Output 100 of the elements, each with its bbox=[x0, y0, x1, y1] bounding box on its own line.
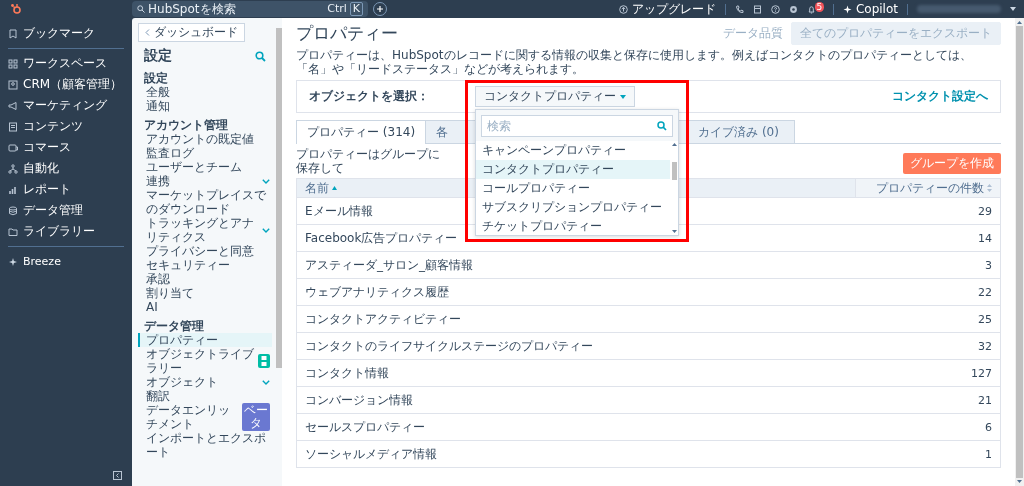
nav-item[interactable]: 自動化 bbox=[0, 158, 132, 179]
column-header[interactable]: プロパティーの件数 bbox=[855, 179, 1000, 197]
document-icon bbox=[8, 121, 18, 132]
chevron-down-icon bbox=[262, 178, 270, 184]
sidebar-item[interactable]: プロパティー bbox=[138, 333, 272, 347]
sidebar-item[interactable]: 割り当て bbox=[138, 286, 272, 300]
cart-icon bbox=[8, 142, 18, 153]
section-heading: データ管理 bbox=[143, 319, 205, 333]
chevron-down-icon bbox=[262, 227, 270, 233]
chevron-down-icon bbox=[262, 379, 270, 385]
table-cell-text: コンタクト情報 bbox=[304, 364, 390, 382]
scrollbar-thumb[interactable] bbox=[671, 162, 677, 180]
sidebar-item[interactable]: 連携 bbox=[138, 174, 272, 188]
arrow-up-icon bbox=[1017, 21, 1022, 24]
dropdown-option[interactable]: コールプロパティー bbox=[476, 179, 670, 198]
sidebar-item[interactable]: プライバシーと同意 bbox=[138, 244, 272, 258]
field-label: オブジェクトを選択： bbox=[309, 88, 429, 105]
section-heading: アカウント管理 bbox=[143, 118, 229, 132]
sidebar-item[interactable]: オブジェクトライブラリー bbox=[138, 347, 272, 375]
notification-count: 5 bbox=[814, 1, 824, 12]
bookmark-icon bbox=[8, 28, 18, 39]
table-cell-text: 127 bbox=[970, 365, 993, 382]
sidebar-item[interactable]: アカウントの既定値 bbox=[138, 132, 272, 146]
search-icon[interactable] bbox=[255, 50, 266, 62]
help-icon[interactable] bbox=[770, 4, 780, 14]
sidebar-item[interactable]: トラッキングとアナリティクス bbox=[138, 216, 272, 244]
sidebar-item[interactable]: オブジェクト bbox=[138, 375, 272, 389]
nav-item[interactable]: Breeze bbox=[0, 251, 132, 272]
table-cell-text: 32 bbox=[977, 338, 993, 355]
table-cell-text: コンタクトアクティビティー bbox=[304, 310, 462, 328]
beta-label: ベータ bbox=[242, 403, 270, 431]
scrollbar[interactable] bbox=[1015, 18, 1024, 486]
note-text: プロパティーはグループに保存して bbox=[296, 147, 441, 175]
contact-card-icon bbox=[8, 79, 18, 90]
sidebar-item[interactable]: 通知 bbox=[138, 99, 272, 113]
collapse-icon[interactable] bbox=[113, 471, 122, 480]
copilot-button[interactable]: Copilot bbox=[842, 2, 898, 16]
page-title: プロパティー bbox=[296, 22, 399, 45]
nav-item[interactable]: コマース bbox=[0, 137, 132, 158]
search-icon bbox=[657, 121, 667, 131]
table-cell-text: 3 bbox=[984, 257, 993, 274]
nav-item[interactable]: ブックマーク bbox=[0, 23, 132, 44]
tab[interactable]: プロパティー (314) bbox=[296, 120, 427, 144]
bar-chart-icon bbox=[8, 184, 18, 195]
sidebar-item[interactable]: ユーザーとチーム bbox=[138, 160, 272, 174]
table-cell-text: 22 bbox=[977, 284, 993, 301]
upgrade-link[interactable]: アップグレード bbox=[618, 0, 716, 18]
nav-item[interactable]: ライブラリー bbox=[0, 221, 132, 242]
scrollbar[interactable] bbox=[670, 141, 678, 235]
dropdown-option[interactable]: チケットプロパティー bbox=[476, 217, 670, 236]
sidebar-item[interactable]: セキュリティー bbox=[138, 258, 272, 272]
sidebar-item[interactable]: データエンリッチメント ベータ bbox=[138, 403, 272, 431]
folder-icon bbox=[8, 226, 18, 237]
nav-item[interactable]: ワークスペース bbox=[0, 53, 132, 74]
dropdown-option[interactable]: キャンペーンプロパティー bbox=[476, 141, 670, 160]
nav-item[interactable]: マーケティング bbox=[0, 95, 132, 116]
table-cell-text: ソーシャルメディア情報 bbox=[304, 445, 438, 463]
sidebar-item[interactable]: 監査ログ bbox=[138, 146, 272, 160]
chevron-left-icon bbox=[145, 29, 150, 36]
settings-icon[interactable] bbox=[788, 4, 798, 14]
caret-icon[interactable] bbox=[1010, 7, 1016, 11]
flow-icon bbox=[8, 163, 18, 174]
description-text: プロパティーは、HubSpotのレコードに関する情報の収集と保存に使用します。例えばコンタクトのプロパティーとしては、「名」や「リードステータス」などが考えられます。 bbox=[296, 48, 973, 76]
nav-item[interactable]: コンテンツ bbox=[0, 116, 132, 137]
dropdown-option[interactable]: サブスクリプションプロパティー bbox=[476, 198, 670, 217]
grid-icon bbox=[8, 58, 18, 69]
table-cell-text: コンバージョン情報 bbox=[304, 391, 414, 409]
table-cell-text: 21 bbox=[977, 392, 993, 409]
sidebar-item[interactable]: 承認 bbox=[138, 272, 272, 286]
table-cell-text: 29 bbox=[977, 203, 993, 220]
phone-icon[interactable] bbox=[734, 4, 744, 14]
sidebar-item[interactable]: 翻訳 bbox=[138, 389, 272, 403]
table-cell-text: 14 bbox=[977, 230, 993, 247]
arrow-down-icon bbox=[671, 230, 677, 233]
plus-icon bbox=[376, 5, 384, 13]
table-cell-text: 6 bbox=[984, 419, 993, 436]
nav-item[interactable]: データ管理 bbox=[0, 200, 132, 221]
table-cell-text: 1 bbox=[984, 446, 993, 463]
column-header[interactable]: 名前 bbox=[297, 179, 345, 197]
arrow-down-icon bbox=[1017, 480, 1022, 483]
sidebar-item[interactable]: マーケットプレイスでのダウンロード bbox=[138, 188, 272, 216]
nav-item[interactable]: CRM（顧客管理） bbox=[0, 74, 132, 95]
dashboard-button[interactable]: ダッシュボード bbox=[138, 23, 245, 42]
search-field[interactable]: 検索 bbox=[481, 115, 673, 137]
search-icon bbox=[137, 5, 145, 13]
dropdown-option[interactable]: コンタクトプロパティー bbox=[476, 160, 670, 179]
contact-settings-link[interactable]: コンタクト設定へ bbox=[892, 88, 988, 105]
section-heading: 設定 bbox=[143, 71, 169, 85]
calculator-icon[interactable] bbox=[752, 4, 762, 14]
sidebar-item[interactable]: 全般 bbox=[138, 85, 272, 99]
sidebar-item[interactable]: AI bbox=[138, 300, 272, 314]
sidebar-item[interactable]: インポートとエクスポート bbox=[138, 431, 272, 459]
shortcut-text: Ctrl bbox=[327, 2, 347, 16]
table-cell-text: Eメール情報 bbox=[304, 202, 374, 220]
sidebar-title: 設定 bbox=[144, 47, 172, 65]
bell-icon[interactable] bbox=[806, 4, 816, 14]
nav-item[interactable]: レポート bbox=[0, 179, 132, 200]
object-dropdown[interactable]: コンタクトプロパティー bbox=[475, 86, 635, 107]
upgrade-icon bbox=[618, 4, 628, 14]
table-cell-text: アスティーダ_サロン_顧客情報 bbox=[304, 256, 474, 274]
